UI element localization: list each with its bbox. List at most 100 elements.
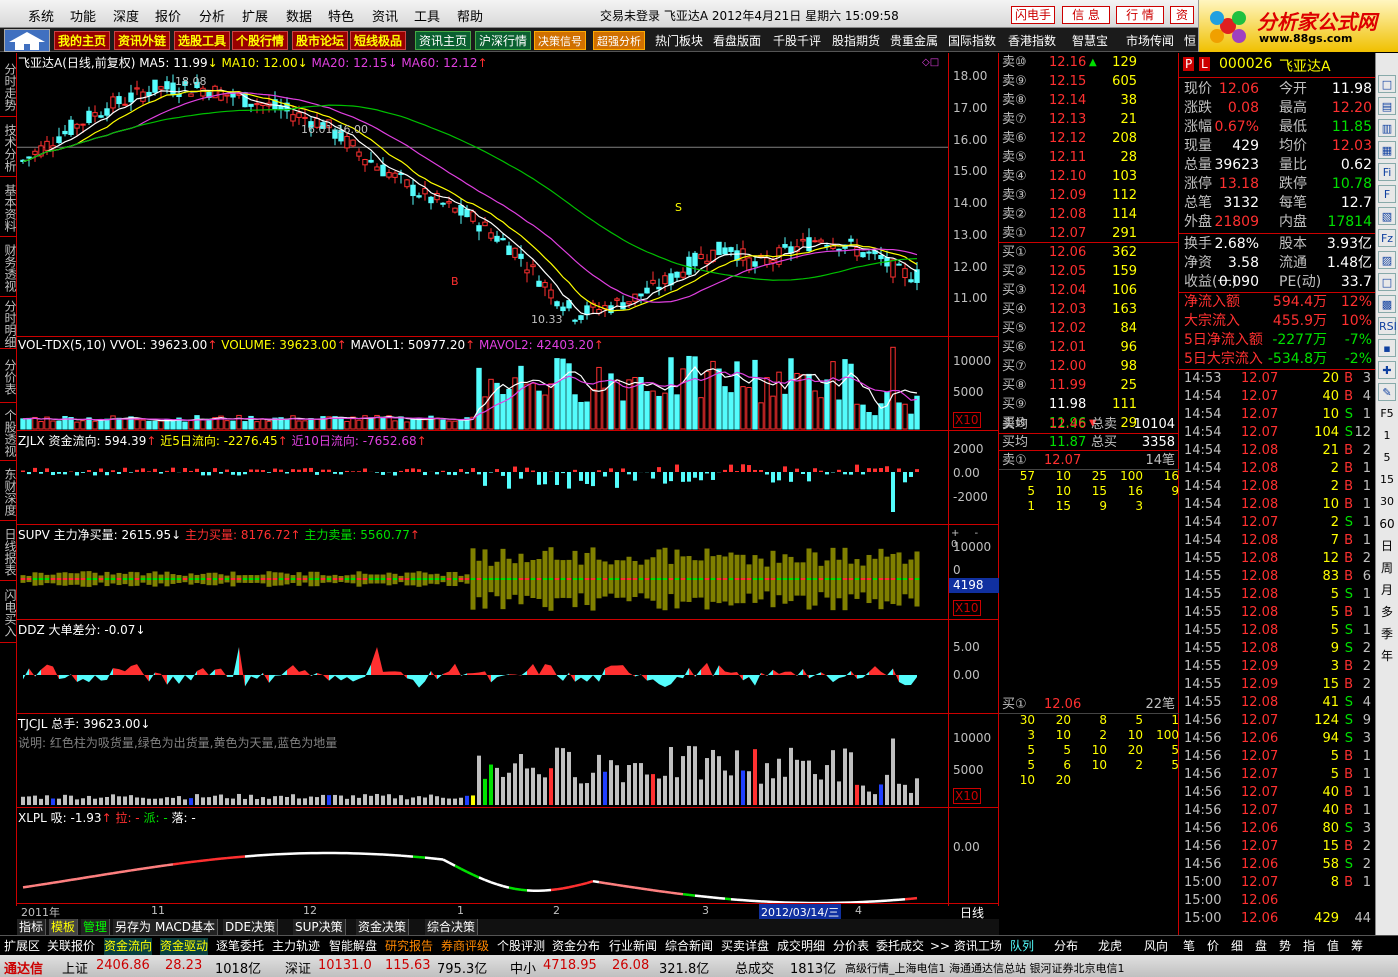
left-tab-6[interactable]: 个股透视 xyxy=(0,405,17,461)
right-tool-2-icon[interactable]: ▥ xyxy=(1378,119,1396,137)
right-tool-22-icon[interactable]: 周 xyxy=(1378,559,1396,577)
right-tool-21-icon[interactable]: 日 xyxy=(1378,537,1396,555)
chart-area[interactable]: 18.0816.01-16.0010.33SB◇□ xyxy=(17,53,948,906)
left-tab-1[interactable]: 技术分析 xyxy=(0,119,17,177)
left-tab-7[interactable]: 东财深度 xyxy=(0,463,17,521)
nav-plain-2[interactable]: 千股千评 xyxy=(773,32,821,50)
menu-8[interactable]: 资讯 xyxy=(372,6,398,25)
left-tab-4[interactable]: 分时明细 xyxy=(0,299,17,349)
info-button[interactable]: 信 息 xyxy=(1062,6,1110,24)
toolbar2-5[interactable]: 主力轨迹 xyxy=(272,938,320,955)
bottom-tab-2[interactable]: 管理 xyxy=(81,919,111,935)
menu-4[interactable]: 分析 xyxy=(199,6,225,25)
menu-10[interactable]: 帮助 xyxy=(457,6,483,25)
toolbar2-6[interactable]: 智能解盘 xyxy=(329,938,377,955)
close-icon[interactable]: ◇□ xyxy=(922,57,939,68)
toolbar2-14[interactable]: 成交明细 xyxy=(777,938,825,955)
nav-red-5[interactable]: 短线极品 xyxy=(350,31,407,50)
toolbar2-16[interactable]: 委托成交 xyxy=(876,938,924,955)
right-tool-12-icon[interactable]: ▪ xyxy=(1378,339,1396,357)
bottom-tab-5[interactable]: DDE决策 xyxy=(223,919,279,935)
menu-0[interactable]: 系统 xyxy=(28,6,54,25)
menu-6[interactable]: 数据 xyxy=(286,6,312,25)
toolbar2-right-2[interactable]: 龙虎 xyxy=(1098,938,1122,955)
toolbar2-1[interactable]: 关联报价 xyxy=(47,938,95,955)
bottom-tab-4[interactable]: MACD基本 xyxy=(153,919,218,935)
nav-plain-0[interactable]: 热门板块 xyxy=(655,32,703,50)
left-tab-3[interactable]: 财务透视 xyxy=(0,239,17,297)
right-tool-14-icon[interactable]: ✎ xyxy=(1378,383,1396,401)
toolbar2-11[interactable]: 行业新闻 xyxy=(609,938,657,955)
left-tab-0[interactable]: 分时走势 xyxy=(0,57,17,117)
right-tool-18-icon[interactable]: 15 xyxy=(1378,471,1396,489)
right-tool-1-icon[interactable]: ▤ xyxy=(1378,97,1396,115)
p-badge[interactable]: P xyxy=(1183,57,1195,71)
toolbar2-right-1[interactable]: 分布 xyxy=(1054,938,1078,955)
right-tool-24-icon[interactable]: 多 xyxy=(1378,603,1396,621)
menu-7[interactable]: 特色 xyxy=(328,6,354,25)
menu-3[interactable]: 报价 xyxy=(155,6,181,25)
toolbar2-far-7[interactable]: 筹 xyxy=(1351,938,1363,955)
home-icon[interactable] xyxy=(4,29,50,52)
toolbar2-3[interactable]: 资金驱动 xyxy=(160,938,209,955)
nav-red-3[interactable]: 个股行情 xyxy=(232,31,289,50)
bottom-tab-8[interactable]: 综合决策 xyxy=(425,919,479,935)
bottom-tab-1[interactable]: 模板 xyxy=(49,919,79,935)
toolbar2-far-4[interactable]: 势 xyxy=(1279,938,1291,955)
nav-red-1[interactable]: 资讯外链 xyxy=(114,31,171,50)
menu-9[interactable]: 工具 xyxy=(414,6,440,25)
zoom-controls[interactable]: + - 0 xyxy=(951,528,998,550)
bottom-tab-3[interactable]: 另存为 xyxy=(113,919,155,935)
nav-plain-6[interactable]: 香港指数 xyxy=(1008,32,1056,50)
right-tool-15-icon[interactable]: F5 xyxy=(1378,405,1396,423)
nav-plain-4[interactable]: 贵重金属 xyxy=(890,32,938,50)
toolbar2-2[interactable]: 资金流向 xyxy=(104,938,153,955)
menu-2[interactable]: 深度 xyxy=(113,6,139,25)
nav-green-0[interactable]: 资讯主页 xyxy=(415,31,472,50)
toolbar2-10[interactable]: 资金分布 xyxy=(552,938,600,955)
toolbar2-right-0[interactable]: 队列 xyxy=(1010,938,1034,955)
nav-green-1[interactable]: 沪深行情 xyxy=(475,31,532,50)
left-tab-2[interactable]: 基本资料 xyxy=(0,179,17,237)
bottom-tab-0[interactable]: 指标 xyxy=(17,919,47,935)
nav-plain-1[interactable]: 看盘版面 xyxy=(713,32,761,50)
nav-orange-1[interactable]: 超强分析 xyxy=(593,31,645,50)
news-button[interactable]: 资 xyxy=(1170,6,1194,24)
left-tab-9[interactable]: 闪电买入 xyxy=(0,583,17,643)
right-tool-17-icon[interactable]: 5 xyxy=(1378,449,1396,467)
toolbar2-far-0[interactable]: 笔 xyxy=(1183,938,1195,955)
nav-red-2[interactable]: 选股工具 xyxy=(174,31,231,50)
toolbar2-far-5[interactable]: 指 xyxy=(1303,938,1315,955)
menu-5[interactable]: 扩展 xyxy=(242,6,268,25)
nav-red-4[interactable]: 股市论坛 xyxy=(292,31,349,50)
toolbar2-9[interactable]: 个股评测 xyxy=(497,938,545,955)
toolbar2-7[interactable]: 研究报告 xyxy=(385,938,433,955)
right-tool-20-icon[interactable]: 60 xyxy=(1378,515,1396,533)
toolbar2-13[interactable]: 买卖详盘 xyxy=(721,938,769,955)
toolbar2-right-3[interactable]: 风向 xyxy=(1144,938,1168,955)
nav-plain-3[interactable]: 股指期货 xyxy=(832,32,880,50)
toolbar2-12[interactable]: 综合新闻 xyxy=(665,938,713,955)
right-tool-25-icon[interactable]: 季 xyxy=(1378,625,1396,643)
nav-red-0[interactable]: 我的主页 xyxy=(54,31,111,50)
quote-button[interactable]: 行 情 xyxy=(1116,6,1164,24)
right-tool-7-icon[interactable]: Fz xyxy=(1378,229,1396,247)
menu-1[interactable]: 功能 xyxy=(70,6,96,25)
bottom-tab-6[interactable]: SUP决策 xyxy=(293,919,346,935)
toolbar2-8[interactable]: 券商评级 xyxy=(441,938,489,955)
right-tool-11-icon[interactable]: RSI xyxy=(1378,317,1397,335)
toolbar2-17[interactable]: >> 资讯工场 xyxy=(930,938,1002,955)
left-tab-5[interactable]: 分价表 xyxy=(0,351,17,403)
toolbar2-far-2[interactable]: 细 xyxy=(1231,938,1243,955)
right-tool-23-icon[interactable]: 月 xyxy=(1378,581,1396,599)
right-tool-4-icon[interactable]: Fi xyxy=(1378,163,1396,181)
toolbar2-0[interactable]: 扩展区 xyxy=(4,938,40,955)
l-badge[interactable]: L xyxy=(1199,57,1210,71)
right-tool-10-icon[interactable]: ▩ xyxy=(1378,295,1396,313)
toolbar2-15[interactable]: 分价表 xyxy=(833,938,869,955)
right-tool-16-icon[interactable]: 1 xyxy=(1378,427,1396,445)
nav-plain-5[interactable]: 国际指数 xyxy=(948,32,996,50)
toolbar2-far-6[interactable]: 值 xyxy=(1327,938,1339,955)
nav-plain-7[interactable]: 智慧宝 xyxy=(1072,32,1108,50)
nav-plain-9[interactable]: 恒 xyxy=(1184,32,1196,50)
